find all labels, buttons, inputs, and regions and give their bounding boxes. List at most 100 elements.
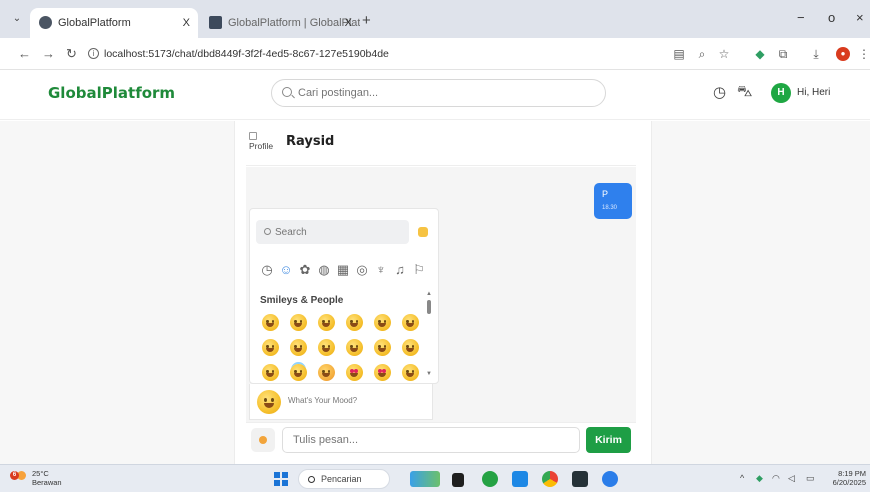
temperature: 25°C [32, 469, 49, 478]
search-icon [264, 228, 271, 235]
close-window-button[interactable]: × [856, 10, 864, 25]
tab-close-icon[interactable]: X [345, 8, 352, 38]
message-input[interactable] [282, 427, 580, 453]
food-icon[interactable]: ◍ [315, 261, 333, 279]
emoji-star-struck[interactable] [370, 362, 394, 382]
message-text: P [602, 189, 609, 199]
back-arrow-icon[interactable]: ← [18, 46, 31, 61]
skin-tone-selector[interactable] [418, 227, 428, 237]
emoji-scrollbar[interactable]: ▲ ▼ [426, 291, 432, 381]
recent-icon[interactable]: ◷ [258, 261, 276, 279]
emoji-sweat-smile[interactable] [398, 312, 422, 332]
object-icon[interactable]: ♆ [372, 261, 390, 279]
search-icon [308, 476, 315, 483]
tray-app-icon[interactable]: ◆ [756, 473, 763, 484]
browser-tab-active[interactable]: GlobalPlatform X [30, 8, 198, 38]
volume-icon[interactable]: ◁ [788, 473, 795, 484]
emoji-upside-down[interactable] [342, 337, 366, 357]
extensions-puzzle-icon[interactable]: ⧉ [775, 46, 791, 62]
maximize-button[interactable]: o [828, 10, 835, 25]
emoji-kissing-heart[interactable] [398, 362, 422, 382]
emoji-picker-preview: What's Your Mood? [249, 384, 433, 420]
browser-menu-icon[interactable]: ⋮ [856, 46, 870, 62]
scroll-down-icon[interactable]: ▼ [426, 371, 432, 377]
emoji-search[interactable] [256, 220, 409, 244]
tab-search-icon[interactable]: ⌄ [10, 12, 24, 26]
emoji-wink[interactable] [370, 337, 394, 357]
windows-start-icon[interactable] [274, 472, 288, 486]
emoji-grinning[interactable] [258, 312, 282, 332]
emoji-blush[interactable] [398, 337, 422, 357]
emoji-grin[interactable] [342, 312, 366, 332]
emoji-search-input[interactable] [275, 225, 395, 239]
download-icon[interactable]: ⤓ [808, 46, 824, 62]
edge-icon[interactable] [602, 471, 618, 487]
extension-icon[interactable]: ◆ [752, 46, 768, 62]
cart-icon[interactable]: ⛍ [737, 83, 752, 102]
emoji-picker: ◷ ☺ ✿ ◍ ▦ ◎ ♆ ♫ ⚐ Smileys & People ▲ ▼ [249, 208, 439, 384]
post-search[interactable] [271, 79, 606, 107]
new-tab-button[interactable]: + [362, 13, 371, 28]
reload-icon[interactable]: ↻ [66, 46, 77, 62]
scroll-up-icon[interactable]: ▲ [426, 291, 432, 297]
emoji-innocent[interactable] [258, 362, 282, 382]
message-bubble-sent: P 18.30 [594, 183, 632, 219]
contact-name: Raysid [286, 134, 335, 149]
emoji-heart-eyes[interactable] [342, 362, 366, 382]
app-header: GlobalPlatform ◷ ⛍ H Hi, Heri [0, 70, 870, 120]
send-button[interactable]: Kirim [586, 427, 631, 453]
emoji-joy[interactable] [286, 337, 310, 357]
tray-expand-icon[interactable]: ^ [740, 473, 744, 483]
battery-icon[interactable]: ▭ [806, 473, 815, 484]
emoji-smiling-hearts[interactable] [314, 362, 338, 382]
emoji-category-bar: ◷ ☺ ✿ ◍ ▦ ◎ ♆ ♫ ⚐ [258, 261, 428, 279]
user-menu[interactable]: H Hi, Heri [771, 82, 830, 104]
translate-icon[interactable]: ▤ [671, 46, 687, 62]
search-input[interactable] [298, 84, 588, 102]
weather-badge: 6 [10, 471, 19, 480]
emoji-rofl[interactable] [258, 337, 282, 357]
minimize-button[interactable]: − [797, 10, 805, 25]
widgets-icon[interactable] [410, 471, 440, 487]
browser-profile-icon[interactable]: ● [836, 47, 850, 61]
avatar-alt-text: Profile [249, 141, 274, 151]
taskbar-clock[interactable]: 8:19 PM 6/20/2025 [826, 469, 866, 487]
emoji-smiley[interactable] [286, 312, 310, 332]
app-icon[interactable] [572, 471, 588, 487]
activity-icon[interactable]: ◎ [353, 261, 371, 279]
vscode-icon[interactable] [512, 471, 528, 487]
weather-icon: 6 [10, 471, 26, 485]
clock-time: 8:19 PM [838, 469, 866, 478]
emoji-toggle-button[interactable] [251, 428, 275, 452]
url-field[interactable]: i localhost:5173/chat/dbd8449f-3f2f-4ed5… [86, 43, 666, 65]
whatsapp-icon[interactable] [482, 471, 498, 487]
browser-tab-inactive[interactable]: GlobalPlatform | GlobalPlatfor X [200, 8, 360, 38]
history-icon[interactable]: ◷ [713, 83, 726, 101]
scrollbar-thumb[interactable] [427, 300, 431, 314]
chrome-icon[interactable] [542, 471, 558, 487]
avatar: H [771, 83, 791, 103]
emoji-halo[interactable] [286, 362, 310, 382]
smiley-icon[interactable]: ☺ [277, 261, 295, 279]
bookmark-star-icon[interactable]: ☆ [716, 46, 732, 62]
brand-logo[interactable]: GlobalPlatform [48, 84, 175, 102]
chat-header: Profile Raysid [246, 124, 636, 166]
weather-text: Berawan [32, 478, 62, 487]
emoji-smile[interactable] [314, 312, 338, 332]
site-info-icon[interactable]: i [88, 48, 99, 59]
emoji-laughing[interactable] [370, 312, 394, 332]
url-text: localhost:5173/chat/dbd8449f-3f2f-4ed5-8… [104, 48, 389, 60]
wifi-icon[interactable]: ◠ [772, 473, 780, 484]
task-view-icon[interactable] [452, 473, 464, 487]
travel-icon[interactable]: ▦ [334, 261, 352, 279]
emoji-category-label: Smileys & People [260, 295, 344, 306]
forward-arrow-icon[interactable]: → [42, 46, 55, 61]
flag-icon[interactable]: ⚐ [410, 261, 428, 279]
zoom-icon[interactable]: ⌕ [694, 46, 710, 62]
animal-icon[interactable]: ✿ [296, 261, 314, 279]
taskbar-search[interactable]: Pencarian [298, 469, 390, 489]
symbol-icon[interactable]: ♫ [391, 261, 409, 279]
message-time: 18.30 [602, 205, 618, 211]
emoji-slight-smile[interactable] [314, 337, 338, 357]
tab-close-icon[interactable]: X [183, 8, 190, 38]
